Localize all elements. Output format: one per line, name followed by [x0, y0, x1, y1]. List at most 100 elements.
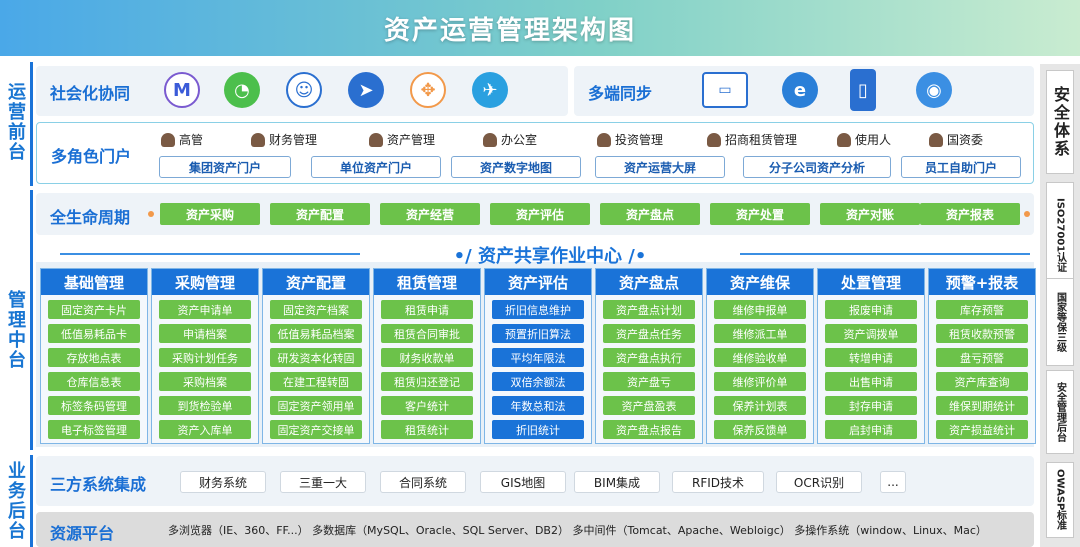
module-item[interactable]: 出售申请 [825, 372, 917, 391]
module-item[interactable]: 转增申请 [825, 348, 917, 367]
role-office[interactable]: 办公室 [483, 131, 537, 148]
tp-item[interactable]: RFID技术 [672, 471, 764, 493]
lifecycle-step[interactable]: 资产盘点 [600, 203, 700, 225]
module-item[interactable]: 研发资本化转固 [270, 348, 362, 367]
role-leasing[interactable]: 招商租赁管理 [707, 131, 797, 148]
tp-item[interactable]: 合同系统 [380, 471, 466, 493]
role-investment[interactable]: 投资管理 [597, 131, 663, 148]
module-item[interactable]: 固定资产档案 [270, 300, 362, 319]
module-item[interactable]: 租赁统计 [381, 420, 473, 439]
module-item[interactable]: 资产盘盈表 [603, 396, 695, 415]
portal-ops-screen[interactable]: 资产运营大屏 [595, 156, 725, 178]
module-item[interactable]: 低值易耗品卡 [48, 324, 140, 343]
module-item[interactable]: 保养反馈单 [714, 420, 806, 439]
module-item[interactable]: 低值易耗品档案 [270, 324, 362, 343]
module-item[interactable]: 资产调拨单 [825, 324, 917, 343]
module-item[interactable]: 存放地点表 [48, 348, 140, 367]
lifecycle-step[interactable]: 资产经营 [380, 203, 480, 225]
lifecycle-step[interactable]: 资产采购 [160, 203, 260, 225]
ie-icon[interactable]: e [782, 72, 818, 108]
tp-item[interactable]: OCR识别 [776, 471, 862, 493]
module-item[interactable]: 到货检验单 [159, 396, 251, 415]
module-item[interactable]: 折旧统计 [492, 420, 584, 439]
module-item[interactable]: 年数总和法 [492, 396, 584, 415]
module-column-header[interactable]: 采购管理 [152, 269, 258, 295]
pc-icon[interactable]: ▭ [702, 72, 748, 108]
module-item[interactable]: 启封申请 [825, 420, 917, 439]
role-asset[interactable]: 资产管理 [369, 131, 435, 148]
module-item[interactable]: 维修验收单 [714, 348, 806, 367]
wechat-icon[interactable]: ◔ [224, 72, 260, 108]
m-app-icon[interactable]: M [164, 72, 200, 108]
module-item[interactable]: 维修评价单 [714, 372, 806, 391]
portal-group[interactable]: 集团资产门户 [159, 156, 291, 178]
tp-item[interactable]: GIS地图 [480, 471, 566, 493]
module-column-header[interactable]: 预警+报表 [929, 269, 1035, 295]
module-item[interactable]: 平均年限法 [492, 348, 584, 367]
module-item[interactable]: 租赁收款预警 [936, 324, 1028, 343]
lifecycle-step[interactable]: 资产对账 [820, 203, 920, 225]
module-item[interactable]: 盘亏预警 [936, 348, 1028, 367]
module-column-header[interactable]: 处置管理 [818, 269, 924, 295]
module-item[interactable]: 仓库信息表 [48, 372, 140, 391]
lifecycle-step[interactable]: 资产评估 [490, 203, 590, 225]
module-item[interactable]: 资产盘点任务 [603, 324, 695, 343]
module-item[interactable]: 租赁归还登记 [381, 372, 473, 391]
tp-item[interactable]: 三重一大 [280, 471, 366, 493]
module-item[interactable]: 资产盘点报告 [603, 420, 695, 439]
lifecycle-step[interactable]: 资产报表 [920, 203, 1020, 225]
module-item[interactable]: 采购档案 [159, 372, 251, 391]
module-item[interactable]: 资产损益统计 [936, 420, 1028, 439]
module-item[interactable]: 租赁申请 [381, 300, 473, 319]
tp-item[interactable]: 财务系统 [180, 471, 266, 493]
module-item[interactable]: 在建工程转固 [270, 372, 362, 391]
module-item[interactable]: 维保到期统计 [936, 396, 1028, 415]
module-item[interactable]: 租赁合同审批 [381, 324, 473, 343]
module-item[interactable]: 客户统计 [381, 396, 473, 415]
module-item[interactable]: 采购计划任务 [159, 348, 251, 367]
chat-bubble-icon[interactable]: ☺ [286, 72, 322, 108]
module-column-header[interactable]: 资产维保 [707, 269, 813, 295]
module-column-header[interactable]: 资产盘点 [596, 269, 702, 295]
module-item[interactable]: 预置折旧算法 [492, 324, 584, 343]
module-item[interactable]: 折旧信息维护 [492, 300, 584, 319]
module-item[interactable]: 报废申请 [825, 300, 917, 319]
tp-item[interactable]: BIM集成 [574, 471, 660, 493]
dingtalk-icon[interactable]: ➤ [348, 72, 384, 108]
module-item[interactable]: 资产入库单 [159, 420, 251, 439]
module-item[interactable]: 资产盘点执行 [603, 348, 695, 367]
module-item[interactable]: 双倍余额法 [492, 372, 584, 391]
role-executive[interactable]: 高管 [161, 131, 203, 148]
role-finance[interactable]: 财务管理 [251, 131, 317, 148]
module-item[interactable]: 资产申请单 [159, 300, 251, 319]
role-user[interactable]: 使用人 [837, 131, 891, 148]
module-item[interactable]: 固定资产卡片 [48, 300, 140, 319]
module-item[interactable]: 固定资产领用单 [270, 396, 362, 415]
lifecycle-step[interactable]: 资产配置 [270, 203, 370, 225]
browser-icon[interactable]: ◉ [916, 72, 952, 108]
module-column-header[interactable]: 基础管理 [41, 269, 147, 295]
module-item[interactable]: 标签条码管理 [48, 396, 140, 415]
module-item[interactable]: 固定资产交接单 [270, 420, 362, 439]
tp-item-more[interactable]: ... [880, 471, 906, 493]
module-item[interactable]: 资产库查询 [936, 372, 1028, 391]
lifecycle-step[interactable]: 资产处置 [710, 203, 810, 225]
module-item[interactable]: 财务收款单 [381, 348, 473, 367]
module-item[interactable]: 资产盘点计划 [603, 300, 695, 319]
paper-plane-icon[interactable]: ✈ [472, 72, 508, 108]
module-item[interactable]: 维修派工单 [714, 324, 806, 343]
portal-digital-map[interactable]: 资产数字地图 [451, 156, 581, 178]
module-item[interactable]: 申请档案 [159, 324, 251, 343]
role-sasac[interactable]: 国资委 [929, 131, 983, 148]
module-item[interactable]: 库存预警 [936, 300, 1028, 319]
module-item[interactable]: 封存申请 [825, 396, 917, 415]
puzzle-icon[interactable]: ✥ [410, 72, 446, 108]
portal-subsidiary[interactable]: 分子公司资产分析 [743, 156, 891, 178]
module-item[interactable]: 资产盘亏 [603, 372, 695, 391]
module-column-header[interactable]: 资产配置 [263, 269, 369, 295]
module-item[interactable]: 维修申报单 [714, 300, 806, 319]
portal-unit[interactable]: 单位资产门户 [311, 156, 441, 178]
module-column-header[interactable]: 租赁管理 [374, 269, 480, 295]
module-column-header[interactable]: 资产评估 [485, 269, 591, 295]
module-item[interactable]: 电子标签管理 [48, 420, 140, 439]
